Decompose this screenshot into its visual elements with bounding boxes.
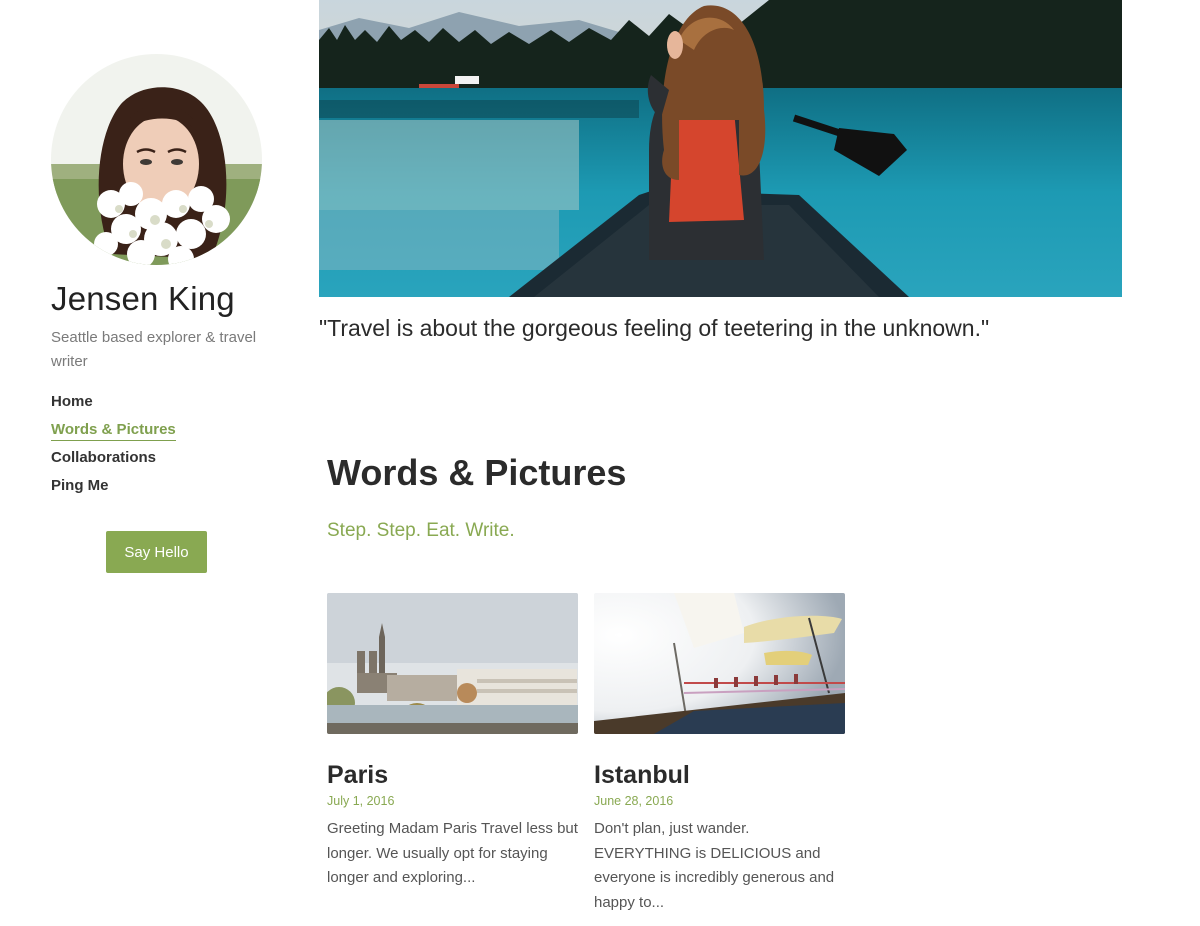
nav-item-words-pictures: Words & Pictures [51,420,176,448]
post-excerpt: Greeting Madam Paris Travel less but lon… [327,820,578,886]
post-thumbnail[interactable] [594,593,845,734]
post-card[interactable]: Paris July 1, 2016 Greeting Madam Paris … [327,593,579,891]
say-hello-button[interactable]: Say Hello [106,531,207,573]
nav-item-ping-me: Ping Me [51,476,176,504]
paris-photo [327,593,578,734]
section-title: Words & Pictures [327,452,627,493]
post-date: June 28, 2016 [594,794,674,808]
post-title[interactable]: Paris [327,759,579,791]
page: Jensen King Seattle based explorer & tra… [0,0,1200,926]
nav-item-home: Home [51,392,176,420]
hero-quote: "Travel is about the gorgeous feeling of… [319,315,990,341]
post-card[interactable]: Istanbul June 28, 2016 Don't plan, just … [594,593,846,915]
nav-link-home[interactable]: Home [51,392,93,412]
main-nav: Home Words & Pictures Collaborations Pin… [51,392,176,504]
nav-link-words-pictures[interactable]: Words & Pictures [51,420,176,441]
post-title[interactable]: Istanbul [594,759,846,791]
nav-link-collaborations[interactable]: Collaborations [51,448,156,468]
author-name: Jensen King [51,280,235,317]
author-bio: Seattle based explorer & travel writer [51,329,257,370]
nav-item-collaborations: Collaborations [51,448,176,476]
hero-image [319,0,1122,297]
nav-link-ping-me[interactable]: Ping Me [51,476,109,496]
istanbul-photo [594,593,845,734]
post-excerpt: Don't plan, just wander. EVERYTHING is D… [594,820,835,911]
avatar [51,54,262,265]
post-date: July 1, 2016 [327,794,395,808]
section-subtitle: Step. Step. Eat. Write. [327,520,515,541]
avatar-photo [51,54,262,265]
hero-canoe-photo [319,0,1122,297]
post-thumbnail[interactable] [327,593,578,734]
